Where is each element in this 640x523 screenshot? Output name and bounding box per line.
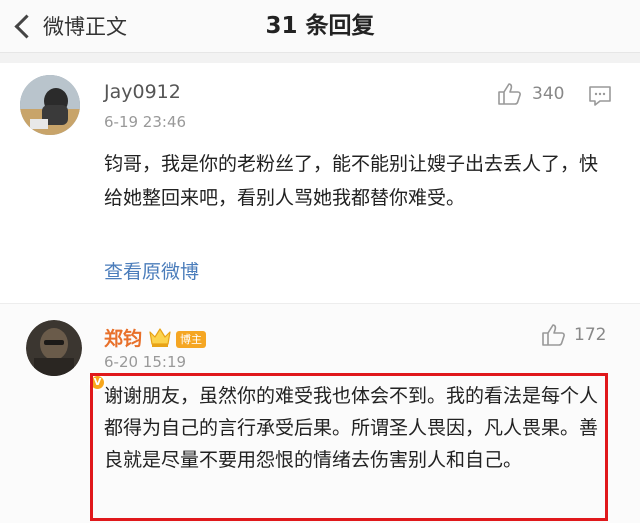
nav-bar: 31 条回复 微博正文 bbox=[0, 0, 640, 53]
reply-button[interactable] bbox=[588, 85, 612, 111]
like-button[interactable]: 340 bbox=[496, 81, 564, 107]
like-count: 172 bbox=[574, 325, 607, 345]
back-button[interactable]: 微博正文 bbox=[6, 6, 127, 46]
back-label: 微博正文 bbox=[43, 15, 127, 39]
username[interactable]: 郑钧 bbox=[104, 324, 142, 351]
avatar[interactable] bbox=[20, 75, 80, 135]
view-original-link[interactable]: 查看原微博 bbox=[104, 257, 199, 284]
thumbs-up-icon bbox=[498, 83, 521, 105]
comment-reply-icon bbox=[589, 86, 611, 106]
username[interactable]: Jay0912 bbox=[104, 81, 181, 103]
like-count: 340 bbox=[532, 84, 565, 104]
section-spacer bbox=[0, 53, 640, 63]
back-chevron-icon bbox=[14, 13, 39, 39]
crown-icon bbox=[149, 328, 171, 347]
comment-text: 钧哥，我是你的老粉丝了，能不能别让嫂子出去丢人了，快给她整回来吧，看别人骂她我都… bbox=[104, 153, 599, 209]
comment-item: Jay0912 6-19 23:46 340 钧哥，我是你的老粉丝了，能不能别让… bbox=[0, 63, 640, 303]
highlight-annotation bbox=[90, 373, 608, 521]
thumbs-up-icon bbox=[542, 324, 565, 346]
avatar[interactable]: V bbox=[26, 320, 106, 391]
reply-item: V 郑钧 博主 6-20 15:19 172 谢谢朋友，虽然你的难受我也体会不到… bbox=[0, 304, 640, 523]
timestamp: 6-19 23:46 bbox=[104, 113, 187, 131]
like-button[interactable]: 172 bbox=[540, 322, 606, 348]
timestamp: 6-20 15:19 bbox=[104, 353, 187, 371]
host-badge: 博主 bbox=[176, 331, 206, 348]
